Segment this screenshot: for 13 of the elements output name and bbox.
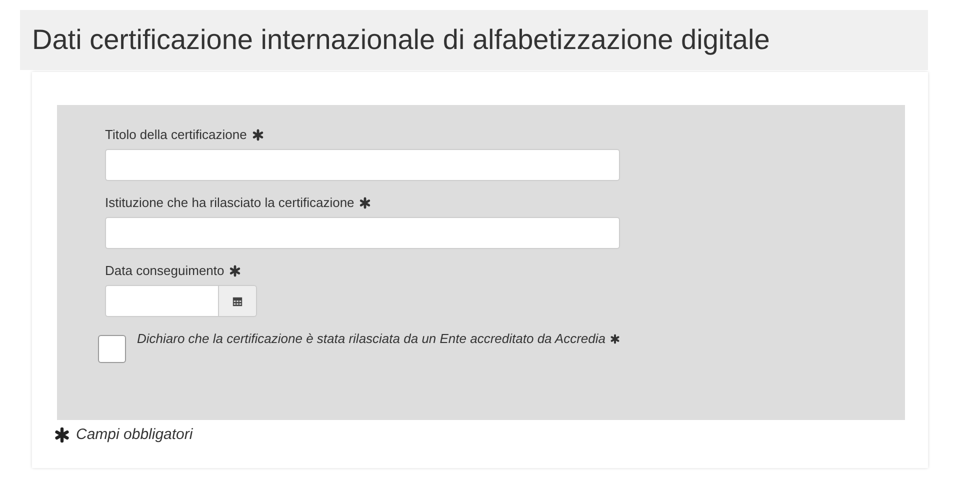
- field-label: Data conseguimento: [105, 263, 224, 278]
- date-field[interactable]: [105, 285, 219, 317]
- asterisk-icon: [54, 426, 70, 442]
- calendar-button[interactable]: [219, 285, 257, 317]
- legend-text: Campi obbligatori: [76, 426, 193, 443]
- input-field[interactable]: [105, 149, 620, 181]
- declaration-text: Dichiaro che la certificazione è stata rilasciata da un Ente accreditato da Accredia: [137, 331, 606, 346]
- checkbox[interactable]: [98, 335, 126, 363]
- calendar-icon: [232, 296, 243, 306]
- field-label: Titolo della certificazione: [105, 127, 247, 142]
- page-title: Dati certificazione internazionale di alfabetizzazione digitale: [32, 24, 770, 56]
- input-field[interactable]: [105, 217, 620, 249]
- field-label: Istituzione che ha rilasciato la certificazione: [105, 195, 354, 210]
